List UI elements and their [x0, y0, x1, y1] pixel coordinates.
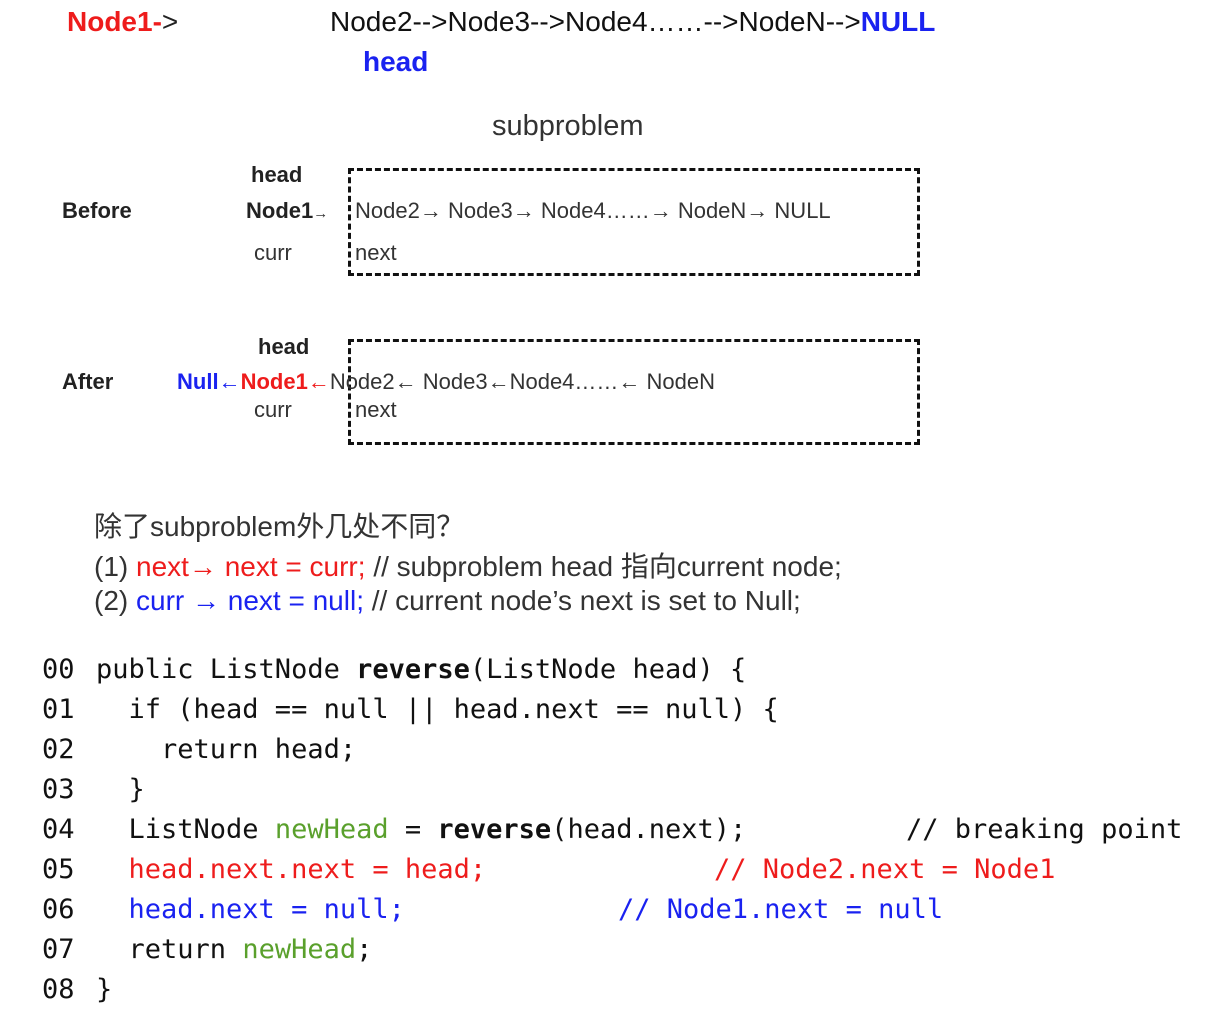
- code-line-0-post: (ListNode head) {: [469, 654, 747, 685]
- code-line-3: }: [96, 774, 145, 805]
- after-curr-label: curr: [254, 397, 292, 422]
- after-chain-text: Node2← Node3←Node4……← NodeN: [329, 369, 716, 394]
- question-line-1-code: next→ next = curr;: [136, 551, 366, 582]
- line-number: 00: [42, 654, 75, 685]
- code-line-7-pre: return: [96, 934, 243, 965]
- question-title: 除了subproblem外几处不同？: [94, 511, 465, 542]
- after-node1-label: Node1←: [240, 369, 330, 394]
- before-label: Before: [62, 198, 132, 223]
- line-number: 07: [42, 934, 75, 965]
- question-line-2: (2) curr → next = null; // current node’…: [94, 585, 801, 617]
- line-number: 08: [42, 974, 75, 1005]
- question-line-1: (1) next→ next = curr; // subproblem hea…: [94, 545, 842, 585]
- code-line-4-pre: ListNode: [96, 814, 275, 845]
- question-line-2-code: curr → next = null;: [136, 585, 364, 616]
- header-null-label: NULL: [860, 6, 936, 37]
- code-line-1: if (head == null || head.next == null) {: [96, 694, 779, 725]
- code-line-4-post: (head.next);: [551, 814, 747, 845]
- code-line-4-mid: =: [388, 814, 438, 845]
- line-number: 05: [42, 854, 75, 885]
- before-node1-arrow: →: [313, 205, 329, 222]
- code-line-0-fn: reverse: [356, 654, 470, 685]
- code-line-0: public ListNode reverse(ListNode head) {: [96, 654, 746, 685]
- before-head-label: head: [251, 162, 303, 187]
- code-line-7-var: newHead: [242, 934, 357, 965]
- header-node1: Node1->: [67, 6, 178, 38]
- question-line-2-comment: // current node’s next is set to Null;: [363, 585, 801, 616]
- code-line-0-pre: public ListNode: [96, 654, 357, 685]
- after-null-label: Null←: [177, 369, 241, 394]
- code-line-4: ListNode newHead = reverse(head.next);: [96, 814, 747, 845]
- line-number: 02: [42, 734, 75, 765]
- line-number: 06: [42, 894, 75, 925]
- line-number: 04: [42, 814, 75, 845]
- code-line-7-post: ;: [356, 934, 373, 965]
- question-line-1-prefix: (1): [94, 551, 136, 582]
- line-number: 01: [42, 694, 75, 725]
- code-line-7: return newHead;: [96, 934, 373, 965]
- code-line-6-comment: // Node1.next = null: [618, 894, 944, 925]
- code-line-4-comment: // breaking point: [906, 814, 1183, 845]
- code-line-4-var: newHead: [274, 814, 389, 845]
- before-next-label: next: [355, 240, 397, 265]
- after-next-label: next: [355, 397, 397, 422]
- before-node1: Node1→: [246, 198, 328, 224]
- code-line-2: return head;: [96, 734, 357, 765]
- diagram-title: subproblem: [492, 110, 644, 142]
- header-chain: Node2-->Node3-->Node4……-->NodeN-->NULL: [330, 6, 935, 38]
- after-label: After: [62, 369, 114, 394]
- header-node1-arrow: >: [161, 6, 179, 37]
- question-line-1-comment: // subproblem head 指向current node;: [365, 551, 842, 582]
- header-head-label: head: [363, 46, 429, 77]
- code-line-6: head.next = null;: [96, 894, 405, 925]
- code-line-4-fn: reverse: [437, 814, 552, 845]
- before-curr-label: curr: [254, 240, 292, 265]
- code-line-8: }: [96, 974, 113, 1005]
- header-node1-label: Node1-: [67, 6, 162, 37]
- line-number: 03: [42, 774, 75, 805]
- after-chain: Null←Node1←Node2← Node3←Node4……← NodeN: [177, 369, 715, 395]
- code-line-5-comment: // Node2.next = Node1: [714, 854, 1056, 885]
- before-node1-label: Node1: [246, 198, 314, 223]
- before-chain: Node2→ Node3→ Node4……→ NodeN→ NULL: [355, 198, 831, 223]
- header-chain-text: Node2-->Node3-->Node4……-->NodeN-->: [330, 6, 861, 37]
- after-head-label: head: [258, 334, 310, 359]
- question-line-2-prefix: (2): [94, 585, 136, 616]
- code-line-5: head.next.next = head;: [96, 854, 487, 885]
